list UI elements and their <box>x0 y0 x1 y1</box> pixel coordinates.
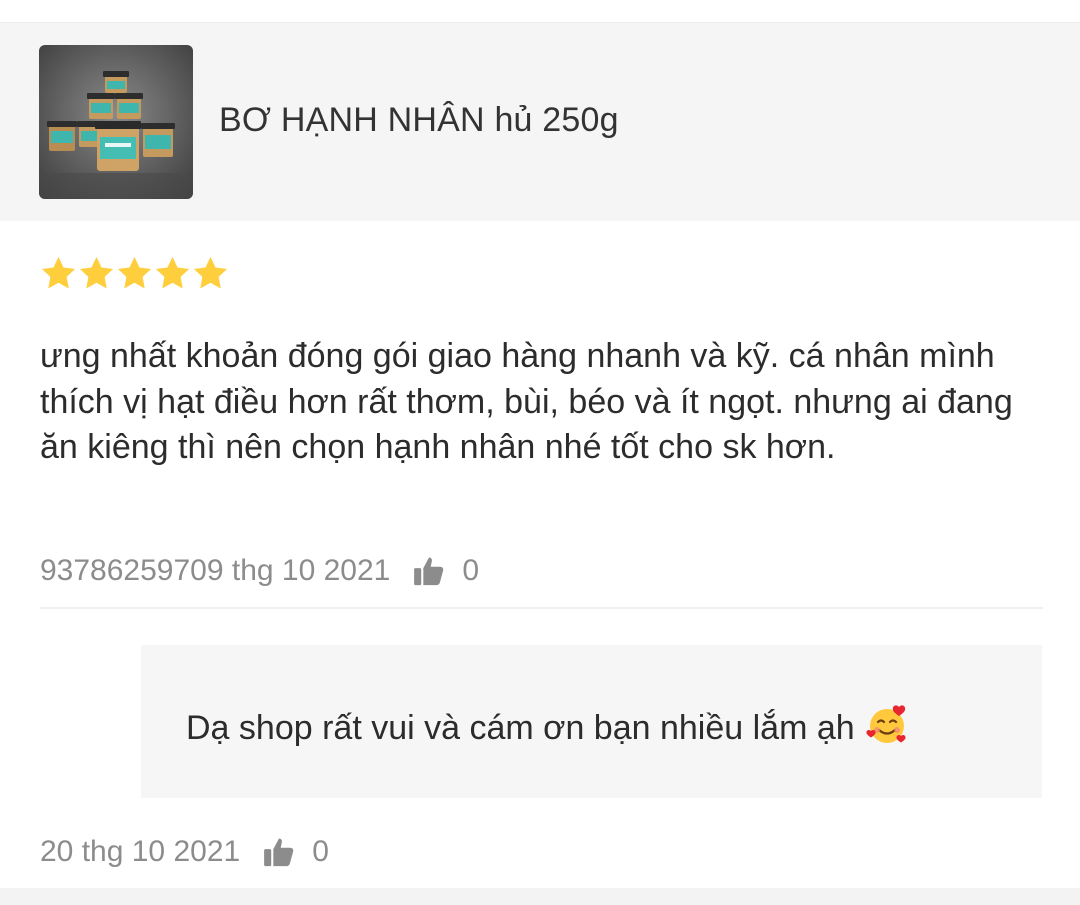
seller-reply: Dạ shop rất vui và cám ơn bạn nhiều lắm … <box>141 645 1042 798</box>
thumbs-up-icon[interactable] <box>262 835 296 869</box>
review-date: 93786259709 thg 10 2021 <box>40 554 391 587</box>
star-icon <box>155 256 190 289</box>
product-title[interactable]: BƠ HẠNH NHÂN hủ 250g <box>219 101 619 140</box>
star-icon <box>79 256 114 289</box>
review-meta: 93786259709 thg 10 2021 0 <box>40 551 479 591</box>
divider <box>40 607 1043 609</box>
thumbs-up-icon[interactable] <box>412 554 446 588</box>
reply-like-count: 0 <box>312 835 329 868</box>
reply-date: 20 thg 10 2021 <box>40 835 241 868</box>
review-text: ưng nhất khoản đóng gói giao hàng nhanh … <box>40 337 1013 466</box>
rating-stars <box>39 254 229 294</box>
seller-reply-text-line: Dạ shop rất vui và cám ơn bạn nhiều lắm … <box>186 703 909 748</box>
top-strip <box>0 0 1080 22</box>
product-jars-photo <box>39 45 193 199</box>
product-card[interactable]: BƠ HẠNH NHÂN hủ 250g <box>0 22 1080 221</box>
product-thumbnail[interactable] <box>39 45 193 199</box>
star-icon <box>117 256 152 289</box>
bottom-strip <box>0 888 1080 905</box>
smiling-face-with-hearts-icon <box>866 705 906 743</box>
review-like-count: 0 <box>462 554 480 587</box>
seller-reply-text: Dạ shop rất vui và cám ơn bạn nhiều lắm … <box>186 709 855 747</box>
star-icon <box>193 256 228 289</box>
reply-meta: 20 thg 10 2021 0 <box>40 832 329 872</box>
star-icon <box>41 256 76 289</box>
